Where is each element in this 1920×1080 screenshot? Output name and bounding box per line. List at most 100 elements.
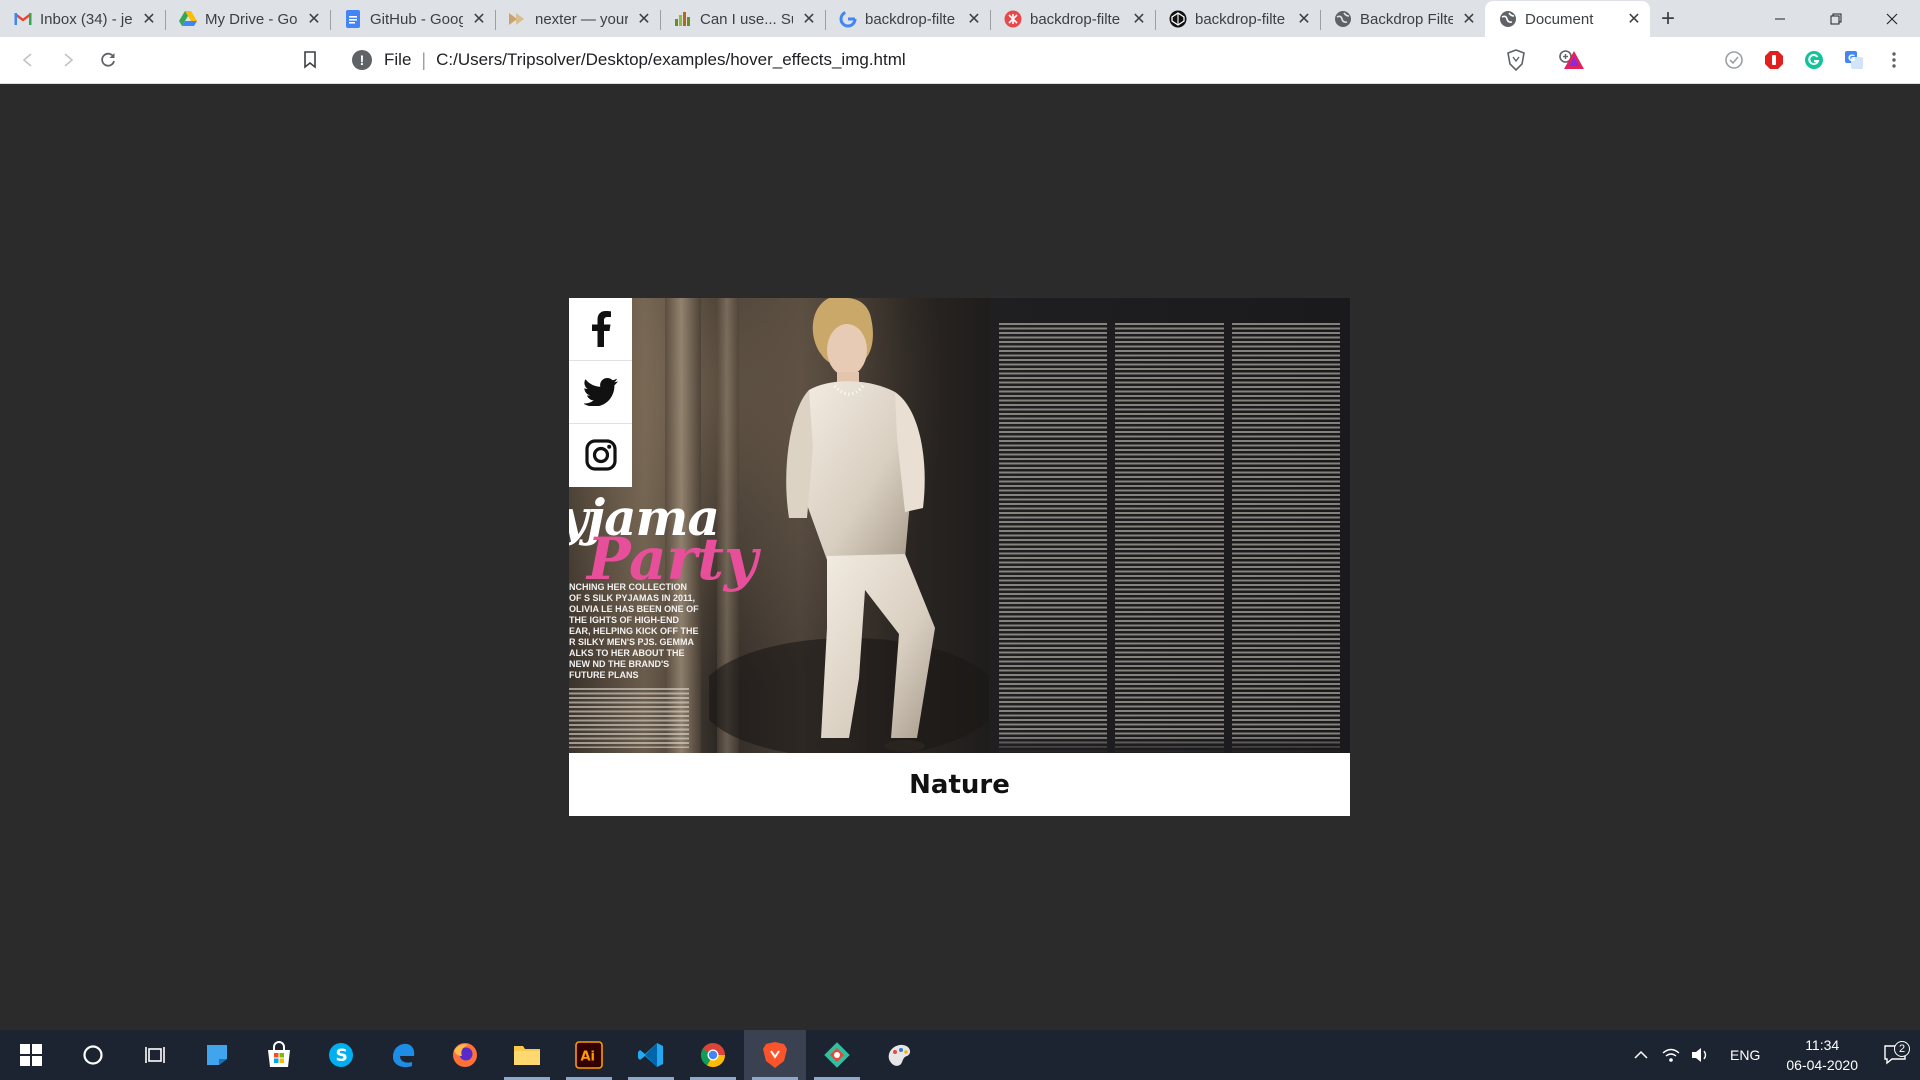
tab-backdrop-google[interactable]: backdrop-filte ✕ — [825, 1, 990, 37]
instagram-link[interactable] — [569, 424, 632, 486]
firefox-icon — [453, 1043, 477, 1067]
close-icon[interactable]: ✕ — [1461, 9, 1477, 29]
close-icon[interactable]: ✕ — [471, 9, 487, 29]
forward-arrow-icon — [64, 53, 74, 67]
restore-button[interactable] — [1808, 0, 1864, 37]
close-icon[interactable]: ✕ — [306, 9, 322, 29]
network-icon[interactable] — [1656, 1047, 1686, 1063]
menu-button[interactable] — [1874, 40, 1914, 80]
clock[interactable]: 11:34 06-04-2020 — [1774, 1035, 1870, 1075]
close-icon[interactable]: ✕ — [141, 9, 157, 29]
taskbar-firefox[interactable] — [434, 1030, 496, 1080]
image-card[interactable]: yjama Party NCHING HER COLLECTION OF S S… — [569, 298, 1350, 816]
svg-text:G: G — [1848, 54, 1855, 64]
instagram-icon — [584, 439, 617, 471]
forward-button[interactable] — [48, 40, 88, 80]
clock-time: 11:34 — [1805, 1037, 1840, 1053]
taskbar-store[interactable] — [248, 1030, 310, 1080]
article-column — [1115, 323, 1224, 753]
brave-shields-icon[interactable] — [1496, 40, 1536, 80]
tab-title: backdrop-filte — [1030, 10, 1121, 28]
taskbar-explorer[interactable] — [496, 1030, 558, 1080]
system-tray: ENG 11:34 06-04-2020 2 — [1626, 1030, 1920, 1080]
tab-backdrop-codepen[interactable]: backdrop-filte ✕ — [1155, 1, 1320, 37]
back-arrow-icon — [22, 53, 32, 67]
tab-nexter[interactable]: nexter — your ✕ — [495, 1, 660, 37]
volume-icon[interactable] — [1686, 1047, 1716, 1063]
tab-drive[interactable]: My Drive - Go ✕ — [165, 1, 330, 37]
url-text[interactable]: C:/Users/Tripsolver/Desktop/examples/hov… — [436, 50, 906, 70]
tab-backdrop-filter[interactable]: Backdrop Filte ✕ — [1320, 1, 1485, 37]
paint-icon — [888, 1044, 911, 1066]
reload-button[interactable] — [88, 40, 128, 80]
minimize-icon — [1775, 18, 1785, 19]
taskbar-whiteboard[interactable] — [186, 1030, 248, 1080]
taskbar-chrome[interactable] — [682, 1030, 744, 1080]
grammarly-icon[interactable] — [1794, 40, 1834, 80]
taskbar-vscode[interactable] — [620, 1030, 682, 1080]
edge-icon — [393, 1043, 415, 1068]
globe-icon — [1334, 10, 1352, 28]
tab-title: backdrop-filte — [865, 10, 956, 28]
article-column — [999, 323, 1108, 753]
minimize-button[interactable] — [1752, 0, 1808, 37]
taskbar-brave[interactable] — [744, 1030, 806, 1080]
chrome-icon — [700, 1043, 725, 1068]
tab-title: nexter — your — [535, 10, 628, 28]
close-icon[interactable]: ✕ — [1626, 9, 1642, 29]
drive-icon — [179, 10, 197, 28]
extension-check-icon[interactable] — [1714, 40, 1754, 80]
adblock-icon[interactable] — [1754, 40, 1794, 80]
brave-rewards-icon[interactable] — [1554, 40, 1594, 80]
globe-icon — [1499, 10, 1517, 28]
twitter-icon — [583, 378, 618, 406]
url-separator: | — [421, 49, 427, 70]
chevron-up-icon[interactable] — [1626, 1050, 1656, 1060]
restore-icon — [1830, 13, 1842, 24]
taskbar-skype[interactable]: S — [310, 1030, 372, 1080]
window-controls — [1752, 0, 1920, 37]
language-indicator[interactable]: ENG — [1716, 1047, 1774, 1063]
action-center-button[interactable]: 2 — [1870, 1041, 1920, 1065]
taskbar-sourcetree[interactable] — [806, 1030, 868, 1080]
article-columns — [989, 323, 1350, 753]
tab-title: My Drive - Go — [205, 10, 298, 28]
tab-gmail[interactable]: Inbox (34) - je ✕ — [0, 1, 165, 37]
taskbar-illustrator[interactable]: Ai — [558, 1030, 620, 1080]
back-button[interactable] — [8, 40, 48, 80]
close-icon[interactable]: ✕ — [1296, 9, 1312, 29]
tab-github-docs[interactable]: GitHub - Goog ✕ — [330, 1, 495, 37]
skype-icon: S — [329, 1043, 353, 1067]
address-bar[interactable]: ! File | C:/Users/Tripsolver/Desktop/exa… — [338, 42, 1584, 78]
new-tab-button[interactable]: + — [1650, 1, 1686, 37]
close-icon[interactable]: ✕ — [1131, 9, 1147, 29]
windows-icon — [20, 1044, 42, 1066]
taskbar-paint[interactable] — [868, 1030, 930, 1080]
bookmarks-button[interactable] — [290, 40, 330, 80]
clock-date: 06-04-2020 — [1786, 1057, 1858, 1073]
magazine-lede: NCHING HER COLLECTION OF S SILK PYJAMAS … — [569, 582, 699, 680]
info-icon[interactable]: ! — [352, 50, 372, 70]
facebook-link[interactable] — [569, 298, 632, 361]
close-icon[interactable]: ✕ — [966, 9, 982, 29]
close-window-button[interactable] — [1864, 0, 1920, 37]
close-icon[interactable]: ✕ — [636, 9, 652, 29]
start-button[interactable] — [0, 1030, 62, 1080]
magazine-headline-accent: Party — [587, 525, 758, 593]
close-icon[interactable]: ✕ — [801, 9, 817, 29]
nexter-icon — [509, 10, 527, 28]
search-button[interactable] — [62, 1030, 124, 1080]
taskbar-edge[interactable] — [372, 1030, 434, 1080]
gmail-icon — [14, 10, 32, 28]
translate-icon[interactable]: G — [1834, 40, 1874, 80]
twitter-link[interactable] — [569, 361, 632, 424]
whiteboard-icon — [207, 1045, 227, 1065]
tab-backdrop-csstricks[interactable]: backdrop-filte ✕ — [990, 1, 1155, 37]
codepen-icon — [1169, 10, 1187, 28]
task-view-button[interactable] — [124, 1030, 186, 1080]
svg-text:Ai: Ai — [581, 1050, 596, 1065]
tab-document[interactable]: Document ✕ — [1485, 1, 1650, 37]
tab-title: Document — [1525, 10, 1594, 28]
tab-caniuse[interactable]: Can I use... Su ✕ — [660, 1, 825, 37]
store-icon — [268, 1041, 290, 1067]
